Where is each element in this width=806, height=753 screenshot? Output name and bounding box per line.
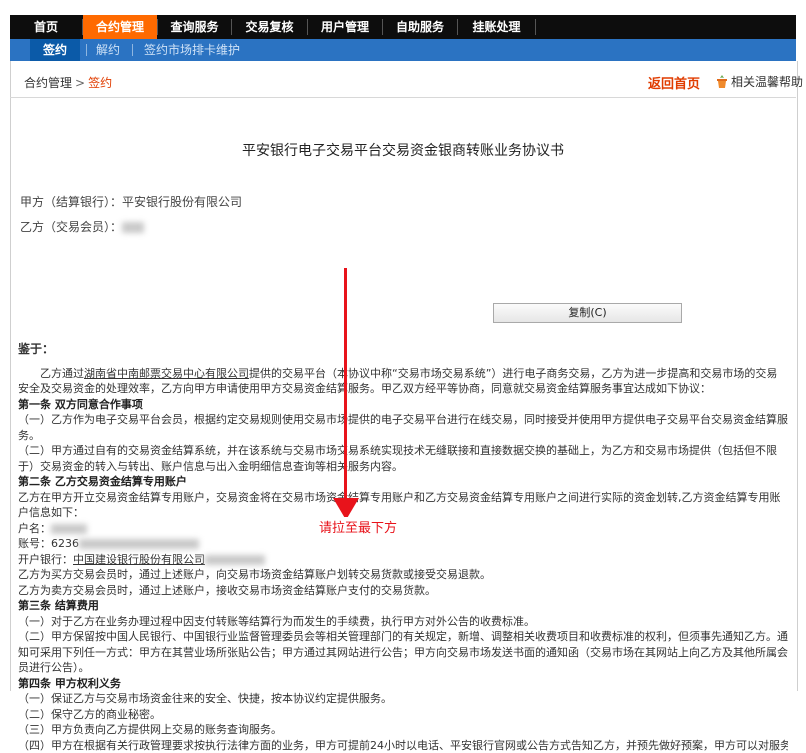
account-number: 账号：6236 xyxy=(18,536,788,552)
article-4-item-2: （二）保守乙方的商业秘密。 xyxy=(18,707,788,723)
subnav-sign[interactable]: 签约 xyxy=(30,39,80,61)
tab-pending-processing[interactable]: 挂账处理 xyxy=(458,15,535,39)
article-4-item-3: （三）甲方负责向乙方提供网上交易的账务查询服务。 xyxy=(18,722,788,738)
flowerpot-icon xyxy=(716,75,728,88)
tab-contract-management[interactable]: 合约管理 xyxy=(83,15,157,39)
article-1-item-2: （二）甲方通过自有的交易资金结算系统，并在该系统与交易市场交易系统实现技术无缝联… xyxy=(18,443,788,474)
article-1-heading: 第一条 双方同意合作事项 xyxy=(18,397,788,413)
help-link[interactable]: 相关温馨帮助 xyxy=(716,73,803,90)
article-2-item-1: 乙方在甲方开立交易资金结算专用账户，交易资金将在交易市场资金结算专用账户和乙方交… xyxy=(18,490,788,521)
tab-home[interactable]: 首页 xyxy=(10,15,82,39)
article-2-heading: 第二条 乙方交易资金结算专用账户 xyxy=(18,474,788,490)
return-home-link[interactable]: 返回首页 xyxy=(648,73,700,92)
article-3-item-2: （二）甲方保留按中国人民银行、中国银行业监督管理委员会等相关管理部门的有关规定，… xyxy=(18,629,788,676)
subnav-market-card-maintenance[interactable]: 签约市场排卡维护 xyxy=(144,39,240,61)
main-nav: 首页 合约管理 查询服务 交易复核 用户管理 自助服务 挂账处理 xyxy=(10,15,796,39)
article-4-heading: 第四条 甲方权利义务 xyxy=(18,676,788,692)
preface-label: 鉴于： xyxy=(18,342,788,358)
divider xyxy=(10,97,796,98)
article-1-item-1: （一）乙方作为电子交易平台会员，根据约定交易规则使用交易市场提供的电子交易平台进… xyxy=(18,412,788,443)
annotation-arrow-line xyxy=(344,268,347,500)
article-2-item-3: 乙方为卖方交易会员时，通过上述账户，接收交易市场资金结算账户支付的交易货款。 xyxy=(18,583,788,599)
sub-nav: 签约 解约 签约市场排卡维护 xyxy=(10,39,796,61)
agreement-body: 鉴于： 乙方通过湖南省中南邮票交易中心有限公司提供的交易平台（本协议中称“交易市… xyxy=(18,342,788,753)
agreement-title: 平安银行电子交易平台交易资金银商转账业务协议书 xyxy=(0,140,806,160)
tab-self-service[interactable]: 自助服务 xyxy=(383,15,457,39)
tab-user-management[interactable]: 用户管理 xyxy=(308,15,382,39)
article-3-item-1: （一）对于乙方在业务办理过程中因支付转账等结算行为而发生的手续费，执行甲方对外公… xyxy=(18,614,788,630)
subnav-unsign[interactable]: 解约 xyxy=(96,39,120,61)
party-a: 甲方（结算银行）：平安银行股份有限公司 xyxy=(20,193,242,210)
copy-button[interactable]: 复制(C) xyxy=(493,303,682,323)
tab-trade-review[interactable]: 交易复核 xyxy=(232,15,307,39)
redacted-name xyxy=(122,222,144,233)
account-name: 户名： xyxy=(18,521,788,537)
article-2-item-2: 乙方为买方交易会员时，通过上述账户，向交易市场资金结算账户划转交易货款或接受交易… xyxy=(18,567,788,583)
article-3-heading: 第三条 结算费用 xyxy=(18,598,788,614)
breadcrumb-parent[interactable]: 合约管理 xyxy=(24,76,72,90)
exchange-link[interactable]: 湖南省中南邮票交易中心有限公司 xyxy=(84,367,249,380)
article-4-item-4: （四）甲方在根据有关行政管理要求按执行法律方面的业务，甲方可提前24小时以电话、… xyxy=(18,738,788,753)
scroll-hint-annotation: 请拉至最下方 xyxy=(318,517,398,536)
article-4-item-1: （一）保证乙方与交易市场资金往来的安全、快捷，按本协议约定提供服务。 xyxy=(18,691,788,707)
intro-paragraph: 乙方通过湖南省中南邮票交易中心有限公司提供的交易平台（本协议中称“交易市场交易系… xyxy=(18,366,788,397)
account-bank: 开户银行：中国建设银行股份有限公司 xyxy=(18,552,788,568)
party-b-label: 乙方（交易会员）： xyxy=(20,220,122,234)
breadcrumb: 合约管理>签约 xyxy=(24,74,112,91)
party-b: 乙方（交易会员）： xyxy=(20,218,144,235)
help-link-label: 相关温馨帮助 xyxy=(731,75,803,89)
breadcrumb-separator: > xyxy=(75,76,85,90)
breadcrumb-current: 签约 xyxy=(88,76,112,90)
tab-query-service[interactable]: 查询服务 xyxy=(158,15,231,39)
